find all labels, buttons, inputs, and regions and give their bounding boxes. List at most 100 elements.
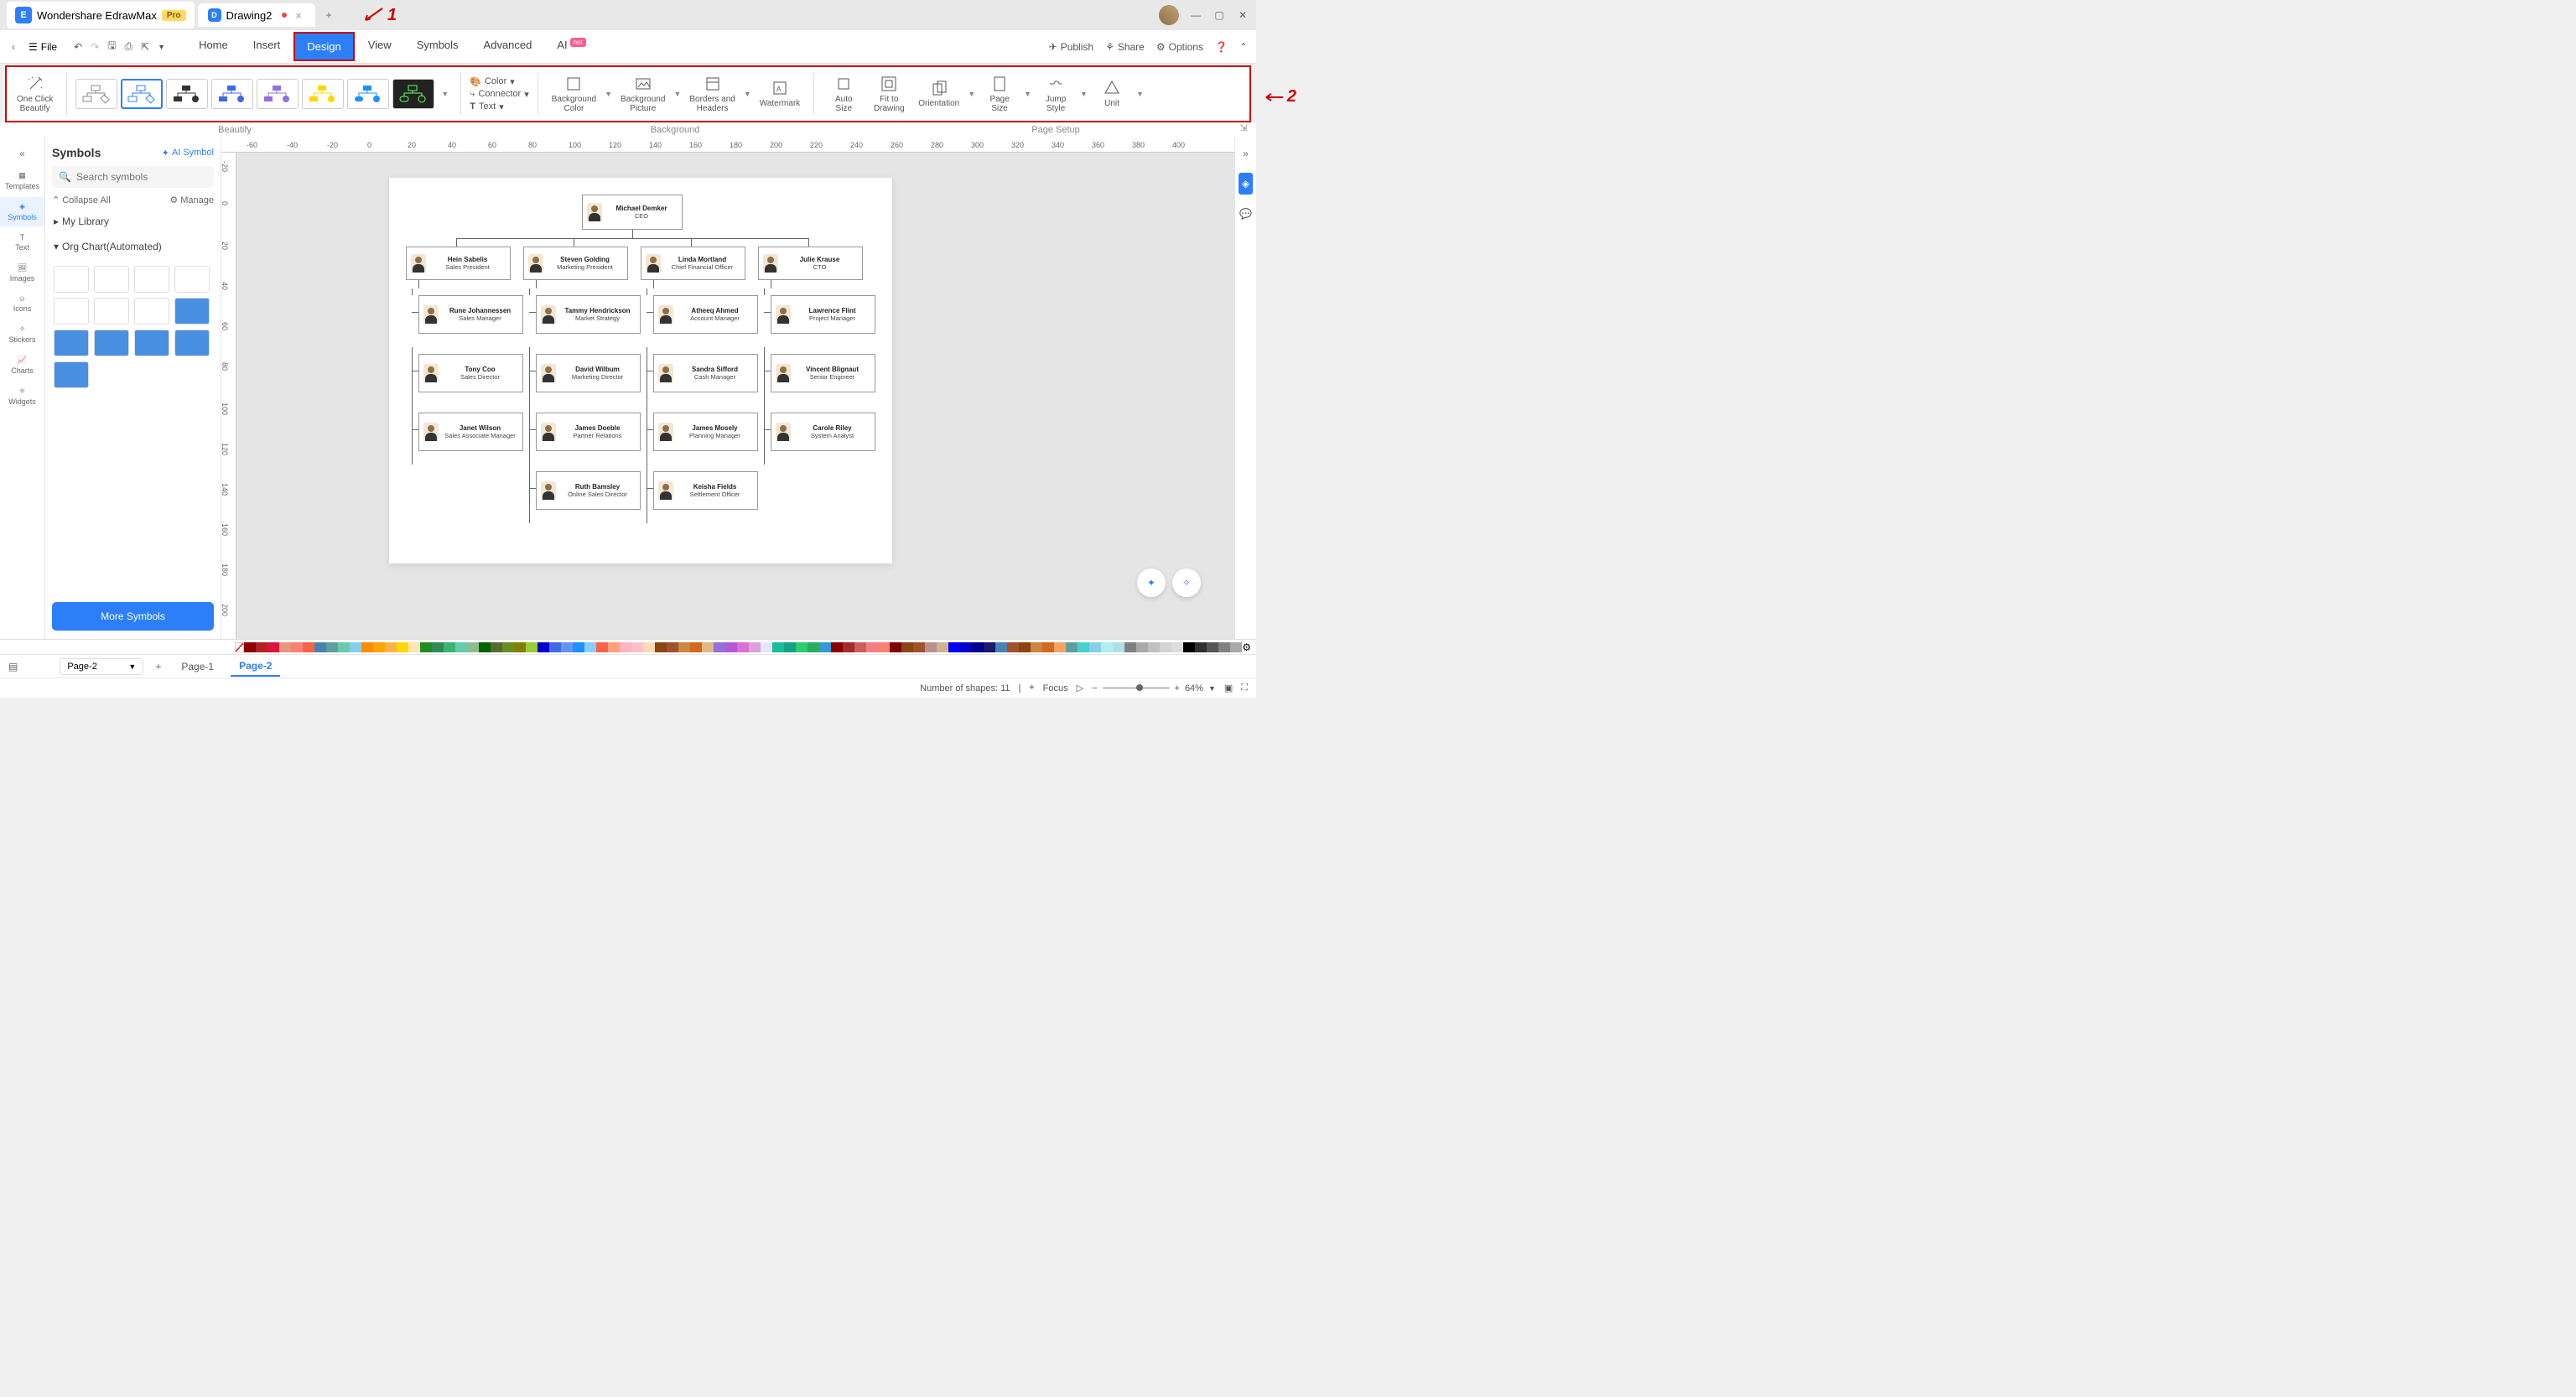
color-swatch[interactable] — [526, 642, 538, 652]
canvas-viewport[interactable]: Michael DemkerCEOHein SabelisSales Presi… — [221, 153, 1234, 639]
fit-to-drawing-button[interactable]: Fit to Drawing — [868, 74, 910, 115]
page-size-dropdown[interactable]: ▼ — [1024, 90, 1031, 98]
color-swatch[interactable] — [361, 642, 373, 652]
color-swatch[interactable] — [467, 642, 479, 652]
org-card[interactable]: Tony CooSales Director — [418, 354, 523, 392]
color-swatch[interactable] — [1148, 642, 1160, 652]
color-swatch[interactable] — [596, 642, 608, 652]
share-button[interactable]: ⚘Share — [1105, 41, 1145, 53]
orgchart-symbol-5[interactable] — [54, 298, 89, 325]
color-swatch[interactable] — [1136, 642, 1148, 652]
ai-symbol-button[interactable]: ✦AI Symbol — [162, 148, 214, 158]
orgchart-symbol-7[interactable] — [134, 298, 169, 325]
color-swatch[interactable] — [1160, 642, 1171, 652]
theme-1[interactable] — [75, 79, 117, 109]
collapse-left-panel-button[interactable]: « — [14, 143, 30, 164]
color-swatch[interactable] — [749, 642, 761, 652]
color-dropdown[interactable]: 🎨Color ▾ — [470, 76, 528, 87]
orgchart-symbol-9[interactable] — [54, 330, 89, 356]
fit-page-button[interactable]: ▣ — [1224, 683, 1233, 693]
color-swatch[interactable] — [514, 642, 526, 652]
orgchart-symbol-10[interactable] — [94, 330, 129, 356]
collapse-all-button[interactable]: ⌃Collapse All — [52, 195, 111, 205]
color-swatch[interactable] — [279, 642, 291, 652]
auto-size-button[interactable]: Auto Size — [823, 74, 865, 115]
color-swatch[interactable] — [1124, 642, 1136, 652]
background-picture-button[interactable]: Background Picture — [615, 74, 670, 115]
color-swatch[interactable] — [573, 642, 584, 652]
orgchart-symbol-3[interactable] — [134, 266, 169, 293]
org-card[interactable]: Lawrence FlintProject Manager — [771, 295, 875, 334]
pages-panel-icon[interactable]: ▤ — [8, 661, 18, 673]
org-card[interactable]: Atheeq AhmedAccount Manager — [653, 295, 758, 334]
color-swatch[interactable] — [244, 642, 256, 652]
orgchart-symbol-11[interactable] — [134, 330, 169, 356]
orgchart-symbol-13[interactable] — [54, 361, 89, 388]
color-swatch[interactable] — [690, 642, 702, 652]
color-swatch[interactable] — [491, 642, 502, 652]
right-comment-button[interactable]: 💬 — [1234, 203, 1257, 225]
save-button[interactable]: 🖫 — [107, 38, 116, 55]
tab-home[interactable]: Home — [187, 32, 240, 61]
export-button[interactable]: ⇱ — [141, 41, 149, 53]
color-swatch[interactable] — [350, 642, 361, 652]
page-dropdown[interactable]: Page-2▼ — [60, 658, 143, 675]
borders-dropdown[interactable]: ▼ — [744, 90, 751, 98]
org-card[interactable]: Janet WilsonSales Associate Manager — [418, 413, 523, 451]
color-swatch[interactable] — [714, 642, 725, 652]
org-card[interactable]: Carole RileySystem Analyst — [771, 413, 875, 451]
jump-style-dropdown[interactable]: ▼ — [1080, 90, 1088, 98]
file-menu-button[interactable]: ☰ File — [23, 38, 62, 56]
color-swatch[interactable] — [972, 642, 984, 652]
connector-dropdown[interactable]: ⤷Connector ▾ — [470, 89, 528, 100]
color-swatch[interactable] — [584, 642, 596, 652]
nav-icons[interactable]: ☺Icons — [0, 289, 44, 318]
undo-button[interactable]: ↶ — [74, 41, 82, 53]
color-swatch[interactable] — [725, 642, 737, 652]
color-swatch[interactable] — [702, 642, 714, 652]
color-swatch[interactable] — [901, 642, 913, 652]
org-card[interactable]: Julie KrauseCTO — [758, 247, 863, 280]
no-fill-swatch[interactable] — [235, 642, 244, 652]
org-card[interactable]: James DoeblePartner Relations — [536, 413, 641, 451]
print-button[interactable]: ⎙ — [124, 40, 132, 53]
options-button[interactable]: ⚙Options — [1156, 41, 1203, 53]
orientation-button[interactable]: Orientation — [913, 78, 964, 110]
unit-dropdown[interactable]: ▼ — [1136, 90, 1144, 98]
color-swatch[interactable] — [1019, 642, 1031, 652]
theme-6[interactable] — [302, 79, 344, 109]
color-swatch[interactable] — [432, 642, 444, 652]
theme-4[interactable] — [211, 79, 253, 109]
help-button[interactable]: ❓ — [1215, 41, 1228, 53]
color-swatch[interactable] — [925, 642, 937, 652]
org-card[interactable]: Michael DemkerCEO — [582, 195, 683, 230]
org-card[interactable]: David WilbumMarketing Director — [536, 354, 641, 392]
text-dropdown[interactable]: TText ▾ — [470, 101, 528, 112]
color-swatch[interactable] — [1171, 642, 1183, 652]
org-chart-lib-header[interactable]: ▾ Org Chart(Automated) — [52, 237, 214, 256]
add-page-button[interactable]: + — [152, 657, 164, 676]
color-swatch[interactable] — [479, 642, 491, 652]
org-card[interactable]: Keisha FieldsSettlement Officer — [653, 471, 758, 510]
fab-ai[interactable]: ✧ — [1172, 569, 1201, 597]
zoom-slider[interactable] — [1103, 687, 1170, 689]
color-swatch[interactable] — [338, 642, 350, 652]
color-swatch[interactable] — [620, 642, 631, 652]
expand-right-panel-button[interactable]: » — [1238, 143, 1254, 164]
nav-images[interactable]: 🖼Images — [0, 258, 44, 288]
color-swatch[interactable] — [267, 642, 279, 652]
color-swatch[interactable] — [502, 642, 514, 652]
org-card[interactable]: James MoselyPlanning Manager — [653, 413, 758, 451]
color-swatch[interactable] — [984, 642, 995, 652]
color-swatch[interactable] — [761, 642, 772, 652]
nav-stickers[interactable]: ✧Stickers — [0, 319, 44, 349]
color-swatch[interactable] — [444, 642, 455, 652]
tab-advanced[interactable]: Advanced — [472, 32, 544, 61]
bg-picture-dropdown[interactable]: ▼ — [673, 90, 681, 98]
color-swatch[interactable] — [561, 642, 573, 652]
color-swatch[interactable] — [890, 642, 901, 652]
tab-view[interactable]: View — [356, 32, 403, 61]
org-card[interactable]: Vincent BlignautSenior Engineer — [771, 354, 875, 392]
bg-color-dropdown[interactable]: ▼ — [605, 90, 612, 98]
my-library-header[interactable]: ▸ My Library — [52, 212, 214, 231]
